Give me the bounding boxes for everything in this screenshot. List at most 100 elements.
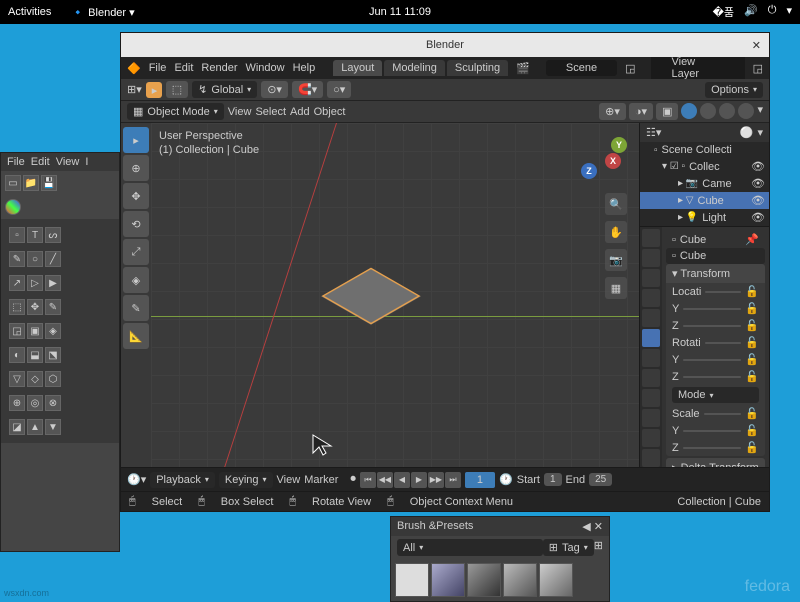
cursor-tool-icon[interactable]: ⊕	[123, 155, 149, 181]
brush-presets-panel[interactable]: Brush &Presets ◀ ✕ All ⊞ Tag ⊞	[390, 516, 610, 602]
viewport-3d[interactable]: User Perspective (1) Collection | Cube X…	[151, 123, 639, 467]
brush-grid-icon[interactable]: ⊞	[594, 539, 603, 556]
measure-tool-icon[interactable]: 📐	[123, 323, 149, 349]
tool-d-icon[interactable]: ◐	[9, 347, 25, 363]
play-rev-icon[interactable]: ◀	[394, 472, 410, 488]
lock-icon[interactable]: 🔓	[745, 302, 759, 315]
rotation-mode-dropdown[interactable]: Mode	[672, 387, 759, 403]
tool-crop-icon[interactable]: ⬚	[9, 299, 25, 315]
clock[interactable]: Jun 11 11:09	[369, 6, 431, 18]
ptab-output-icon[interactable]	[642, 249, 660, 267]
gimp-menu-edit[interactable]: Edit	[31, 156, 50, 168]
menu-help[interactable]: Help	[293, 62, 316, 74]
play-icon[interactable]: ▶	[411, 472, 427, 488]
tool-e-icon[interactable]: ⬓	[27, 347, 43, 363]
tool-o-icon[interactable]: ▼	[45, 419, 61, 435]
brush-preset-4[interactable]	[503, 563, 537, 597]
clock-icon[interactable]: 🕐	[499, 473, 513, 486]
tool-m-icon[interactable]: ◪	[9, 419, 25, 435]
options-dropdown[interactable]: Options	[705, 82, 763, 98]
gizmo-x-icon[interactable]: X	[605, 153, 621, 169]
gizmo-toggle-icon[interactable]: ⊕▾	[599, 103, 626, 120]
xray-icon[interactable]: ▣	[656, 103, 678, 120]
tool-f-icon[interactable]: ⬔	[45, 347, 61, 363]
tool-path-icon[interactable]: ↗	[9, 275, 25, 291]
tool-a-icon[interactable]: ◲	[9, 323, 25, 339]
volume-icon[interactable]: 🔊	[744, 4, 758, 20]
close-icon[interactable]: ✕	[752, 39, 761, 52]
lock-icon[interactable]: 🔓	[745, 285, 759, 298]
outliner-camera[interactable]: ▸ 📷 Came 👁	[640, 175, 769, 192]
shading-chevron-icon[interactable]: ▾	[757, 103, 763, 120]
lock-icon[interactable]: 🔓	[745, 407, 759, 420]
orientation-dropdown[interactable]: ↯Global	[192, 81, 257, 98]
rot-x-field[interactable]	[705, 342, 742, 344]
tab-sculpting[interactable]: Sculpting	[447, 60, 508, 76]
lock-icon[interactable]: 🔓	[745, 424, 759, 437]
pivot-icon[interactable]: ⊙▾	[261, 81, 288, 98]
brush-preset-1[interactable]	[395, 563, 429, 597]
menu-file[interactable]: File	[149, 62, 167, 74]
tool-k-icon[interactable]: ◎	[27, 395, 43, 411]
rotate-tool-icon[interactable]: ⟲	[123, 211, 149, 237]
rot-y-field[interactable]	[683, 359, 741, 361]
delta-panel-header[interactable]: ▸ Delta Transform	[666, 458, 765, 467]
tool-play-icon[interactable]: ▶	[45, 275, 61, 291]
zoom-icon[interactable]: 🔍	[605, 193, 627, 215]
ptab-object-icon[interactable]	[642, 329, 660, 347]
select-mode-icon[interactable]: ⬚	[166, 81, 188, 98]
ptab-modifier-icon[interactable]	[642, 349, 660, 367]
gizmo-z-icon[interactable]: Z	[581, 163, 597, 179]
camera-view-icon[interactable]: 📷	[605, 249, 627, 271]
hdr-view[interactable]: View	[228, 106, 252, 118]
autokey-icon[interactable]: ⏺	[350, 473, 356, 486]
activities-button[interactable]: Activities	[8, 6, 51, 18]
outliner-scene[interactable]: ▫ Scene Collecti	[640, 142, 769, 158]
app-menu[interactable]: 🔹 Blender ▾	[71, 6, 134, 19]
tool-h-icon[interactable]: ◇	[27, 371, 43, 387]
tool-b-icon[interactable]: ▣	[27, 323, 43, 339]
gimp-menu-image[interactable]: I	[85, 156, 88, 168]
brush-tag-dropdown[interactable]: ⊞ Tag	[543, 539, 594, 556]
scale-x-field[interactable]	[704, 413, 742, 415]
browse-layer-icon[interactable]: ◲	[753, 62, 763, 75]
prev-key-icon[interactable]: ◀◀	[377, 472, 393, 488]
brush-preset-5[interactable]	[539, 563, 573, 597]
nav-gizmo[interactable]: X Y Z	[577, 135, 627, 185]
scene-icon[interactable]: 🎬	[516, 62, 530, 75]
menu-render[interactable]: Render	[201, 62, 237, 74]
blender-logo-icon[interactable]: 🔶	[127, 62, 141, 75]
tool-text-icon[interactable]: T	[27, 227, 43, 243]
tool-l-icon[interactable]: ⊗	[45, 395, 61, 411]
ptab-physics-icon[interactable]	[642, 389, 660, 407]
annotate-tool-icon[interactable]: ✎	[123, 295, 149, 321]
outliner-cube[interactable]: ▸ ▽ Cube 👁	[640, 192, 769, 209]
tool-picker-icon[interactable]: ✎	[45, 299, 61, 315]
scale-y-field[interactable]	[683, 430, 741, 432]
lock-icon[interactable]: 🔓	[745, 353, 759, 366]
tool-circle-icon[interactable]: ○	[27, 251, 43, 267]
mode-dropdown[interactable]: ▦ Object Mode	[127, 103, 224, 120]
brush-close-icon[interactable]: ◀ ✕	[582, 520, 603, 533]
keying-dropdown[interactable]: Keying	[219, 472, 273, 488]
scene-selector[interactable]: Scene	[546, 60, 617, 76]
scale-tool-icon[interactable]: ⤢	[123, 239, 149, 265]
menu-edit[interactable]: Edit	[174, 62, 193, 74]
ptab-world-icon[interactable]	[642, 309, 660, 327]
ptab-scene-icon[interactable]	[642, 289, 660, 307]
ptab-material-icon[interactable]	[642, 449, 660, 467]
move-tool-icon[interactable]: ✥	[123, 183, 149, 209]
gizmo-y-icon[interactable]: Y	[611, 137, 627, 153]
loc-y-field[interactable]	[683, 308, 741, 310]
lock-icon[interactable]: 🔓	[745, 319, 759, 332]
persp-ortho-icon[interactable]: ▦	[605, 277, 627, 299]
editor-type-icon[interactable]: ⊞▾	[127, 83, 142, 96]
select-box-tool-icon[interactable]: ▸	[123, 127, 149, 153]
outliner-type-icon[interactable]: ☷▾	[646, 126, 661, 139]
gimp-save-icon[interactable]: 💾	[41, 175, 57, 191]
gimp-menu-view[interactable]: View	[56, 156, 80, 168]
tool-g-icon[interactable]: ▽	[9, 371, 25, 387]
tool-rect-icon[interactable]: ▫	[9, 227, 25, 243]
jump-start-icon[interactable]: ⏮	[360, 472, 376, 488]
tool-arrow-icon[interactable]: ▷	[27, 275, 43, 291]
